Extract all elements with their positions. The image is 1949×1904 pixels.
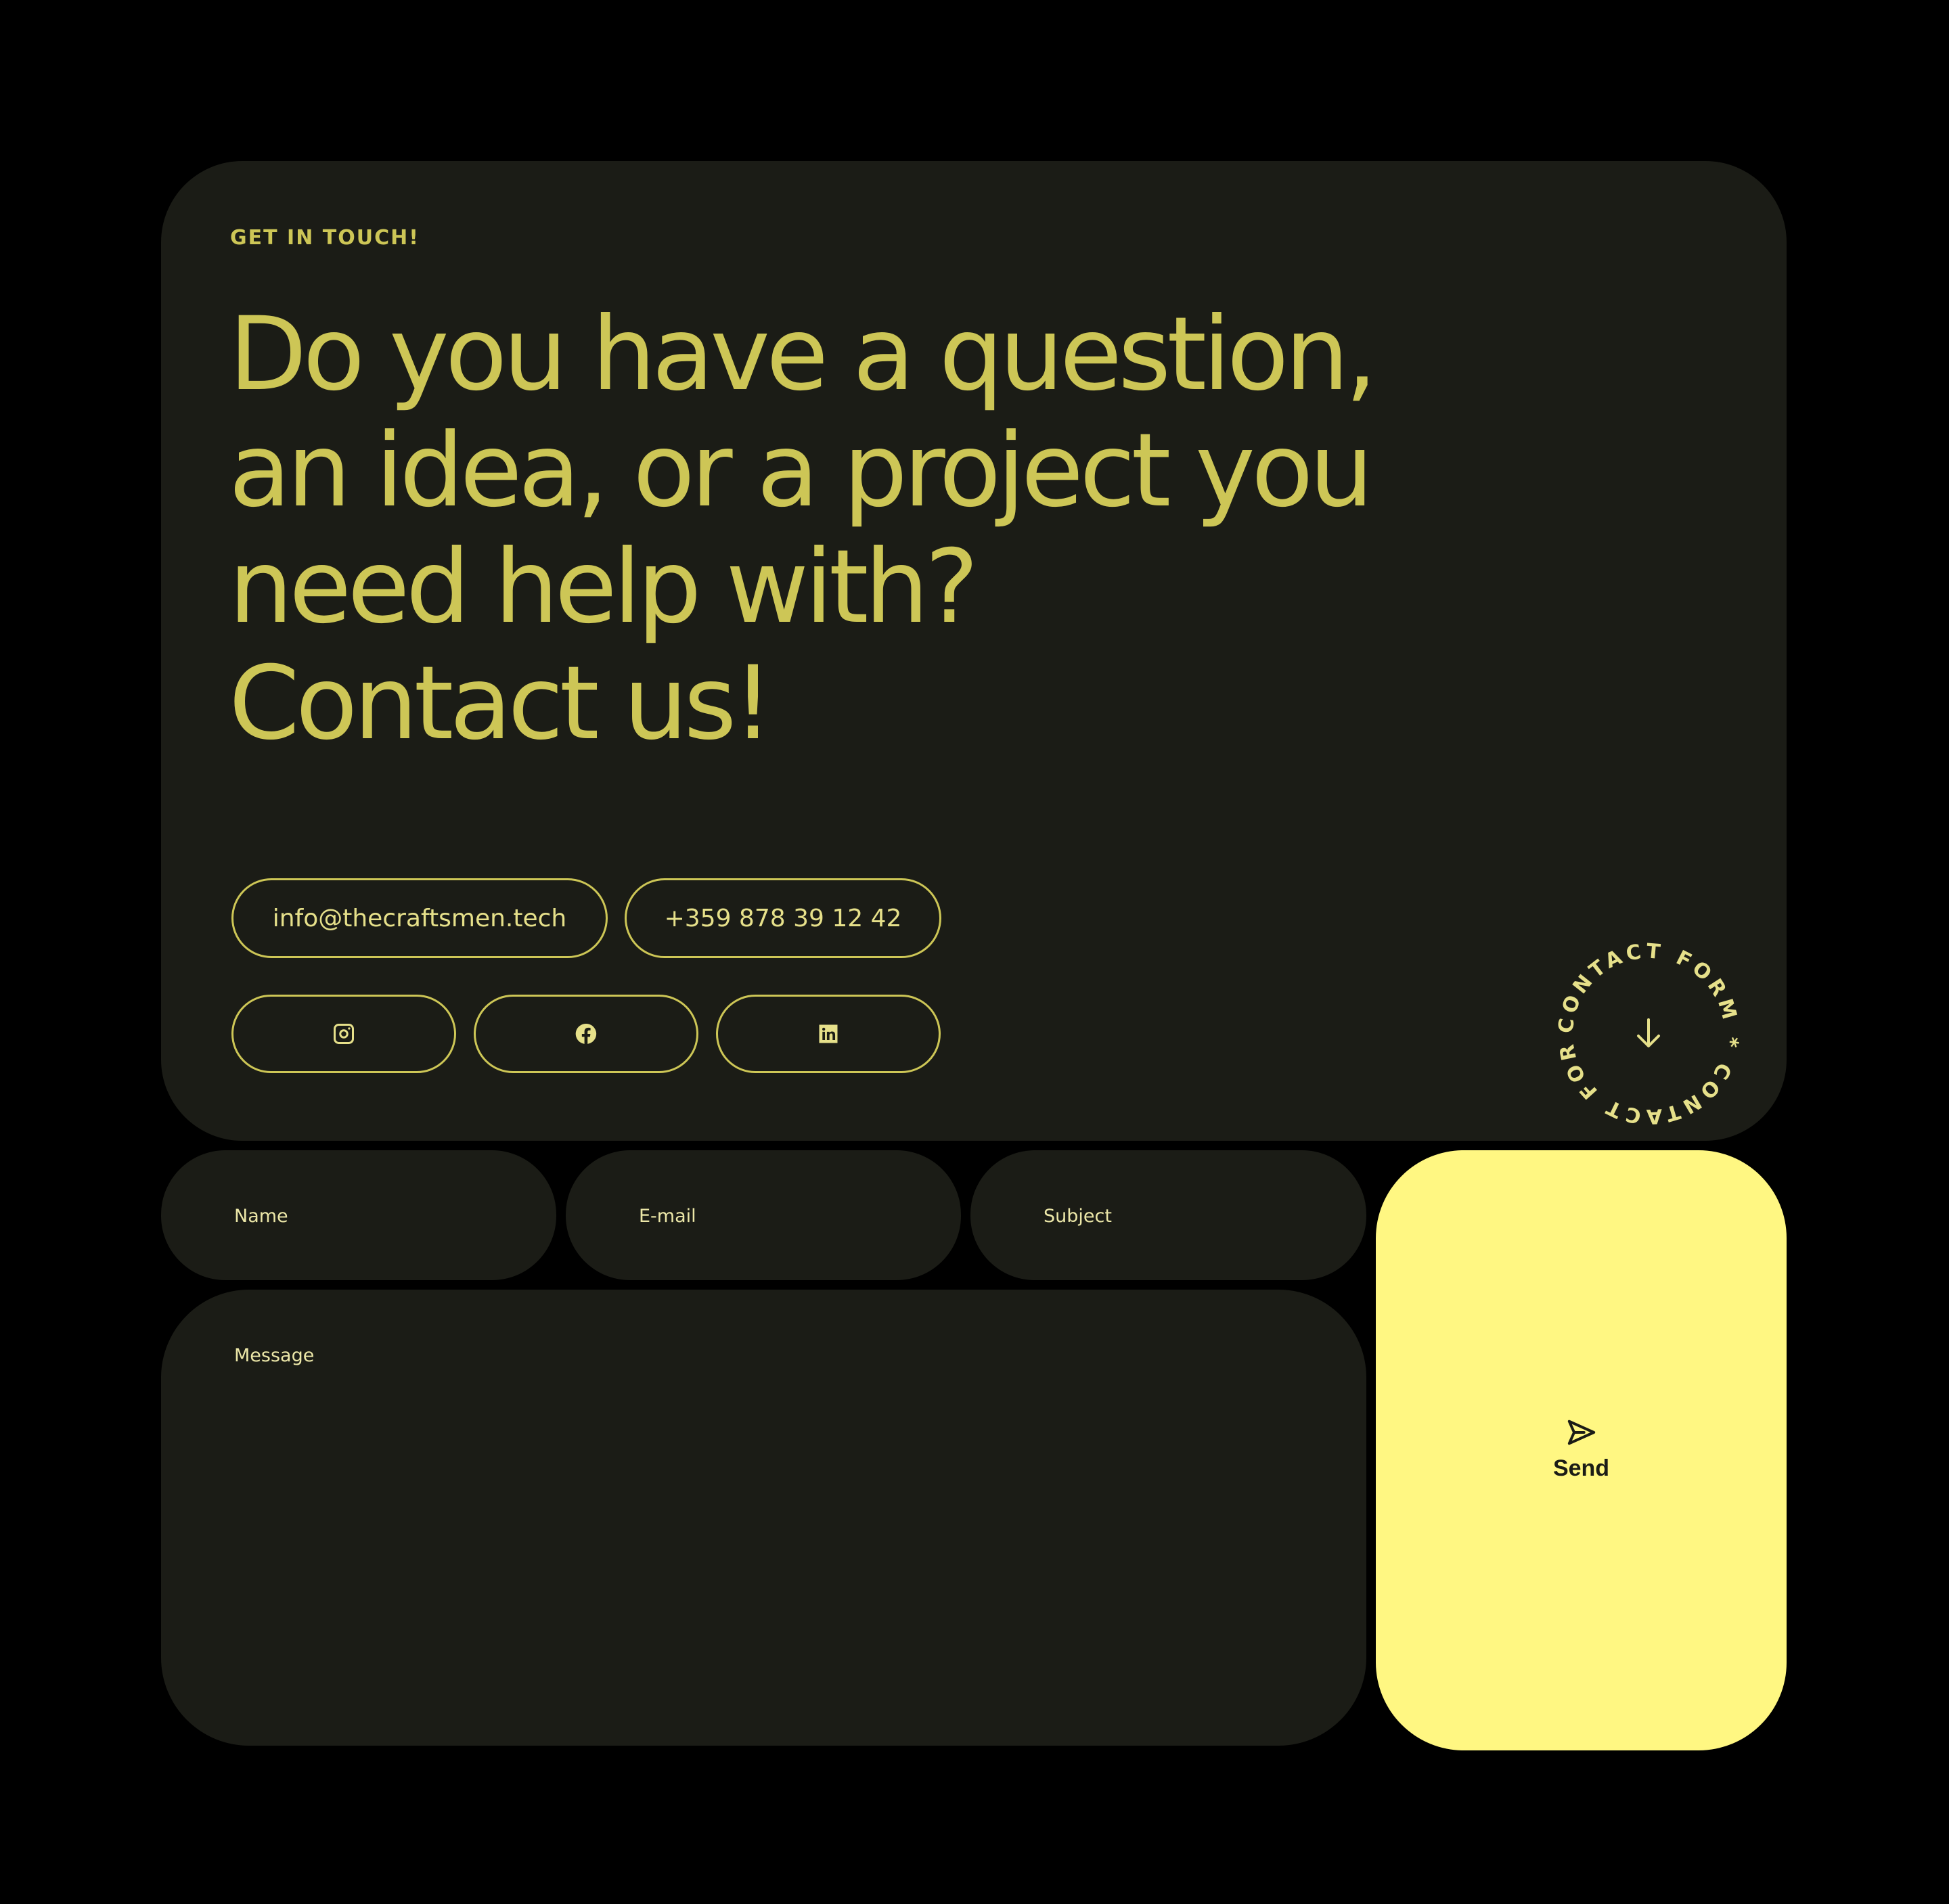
- instagram-button[interactable]: [231, 995, 456, 1073]
- contact-form-badge[interactable]: CONTACT FORM * CONTACT FORM *: [1557, 943, 1740, 1125]
- email-field[interactable]: E-mail: [566, 1150, 961, 1280]
- page-title: Do you have a question, an idea, or a pr…: [229, 296, 1515, 762]
- facebook-icon: [575, 1023, 597, 1044]
- name-field-label: Name: [234, 1206, 288, 1227]
- arrow-down-icon: [1637, 1018, 1660, 1047]
- headline-line: an idea, or a project you: [229, 412, 1374, 530]
- facebook-button[interactable]: [474, 995, 698, 1073]
- message-field-label: Message: [234, 1345, 315, 1366]
- contact-card: GET IN TOUCH! Do you have a question, an…: [161, 161, 1787, 1141]
- headline-line: need help with?: [229, 528, 979, 646]
- subject-field-label: Subject: [1044, 1206, 1112, 1227]
- phone-link[interactable]: +359 878 39 12 42: [625, 878, 941, 958]
- headline-line: Contact us!: [229, 645, 774, 763]
- subject-field[interactable]: Subject: [970, 1150, 1366, 1280]
- linkedin-icon: [819, 1024, 838, 1043]
- headline-line: Do you have a question,: [229, 296, 1377, 413]
- send-button-label: Send: [1552, 1455, 1610, 1481]
- name-field[interactable]: Name: [161, 1150, 556, 1280]
- email-link[interactable]: info@thecraftsmen.tech: [231, 878, 608, 958]
- eyebrow-label: GET IN TOUCH!: [230, 226, 420, 250]
- email-field-label: E-mail: [639, 1206, 696, 1227]
- send-button[interactable]: Send: [1376, 1150, 1787, 1750]
- instagram-icon: [334, 1024, 354, 1044]
- linkedin-button[interactable]: [716, 995, 941, 1073]
- message-field[interactable]: Message: [161, 1290, 1366, 1746]
- paper-plane-icon: [1567, 1420, 1595, 1445]
